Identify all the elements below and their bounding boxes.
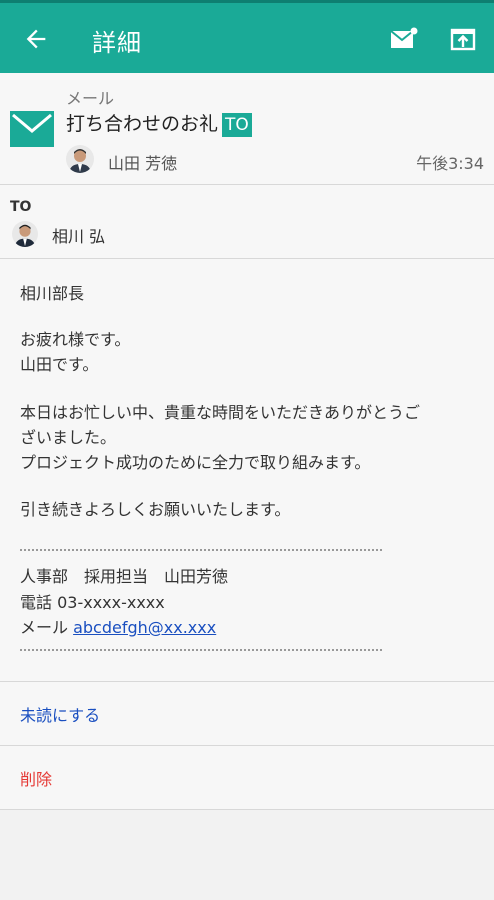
to-label: TO [10,199,32,215]
mail-notify-icon[interactable] [389,25,419,55]
signature-line: メール abcdefgh@xx.xxx [20,615,216,640]
signature-line: 電話 03-xxxx-xxxx [20,593,165,612]
message-subject: 打ち合わせのお礼 TO [66,109,252,137]
body-line: 山田です。 [20,355,99,374]
body-line: お疲れ様です。 [20,330,131,349]
empty-area [0,810,494,900]
recipient-section: TO 相川 弘 [0,185,494,259]
signature-divider [20,549,382,551]
mark-unread-button[interactable]: 未読にする [0,682,494,746]
body-line: プロジェクト成功のために全力で取り組みます。 [20,453,371,472]
signature-divider [20,649,382,651]
sender-avatar [66,145,94,173]
body-greeting: 相川部長 [20,284,85,303]
subject-text: 打ち合わせのお礼 [66,113,219,135]
page-title: 詳細 [92,29,142,57]
body-line: 本日はお忙しい中、貴重な時間をいただきありがとうご [20,403,421,422]
mail-label: メール [20,618,74,637]
to-tag-badge: TO [222,113,252,137]
delete-label: 削除 [20,770,53,789]
message-kind: メール [66,89,115,108]
recipient-avatar [12,221,38,247]
message-header: メール 打ち合わせのお礼 TO 山田 芳徳 午後3:34 [0,73,494,185]
message-body: 相川部長 お疲れ様です。 山田です。 本日はお忙しい中、貴重な時間をいただきあり… [0,259,494,682]
recipient-name: 相川 弘 [52,227,106,246]
body-line: 引き続きよろしくお願いいたします。 [20,500,291,519]
message-time: 午後3:34 [416,154,484,173]
signature-line: 人事部 採用担当 山田芳徳 [20,567,229,586]
app-bar: 詳細 [0,0,494,73]
back-arrow-icon[interactable] [22,25,50,53]
delete-button[interactable]: 削除 [0,746,494,810]
mail-icon [10,111,54,147]
upload-box-icon[interactable] [449,25,479,55]
sender-name: 山田 芳徳 [108,154,178,173]
mark-unread-label: 未読にする [20,706,101,725]
email-link[interactable]: abcdefgh@xx.xxx [73,618,216,637]
body-line: ざいました。 [20,428,117,447]
